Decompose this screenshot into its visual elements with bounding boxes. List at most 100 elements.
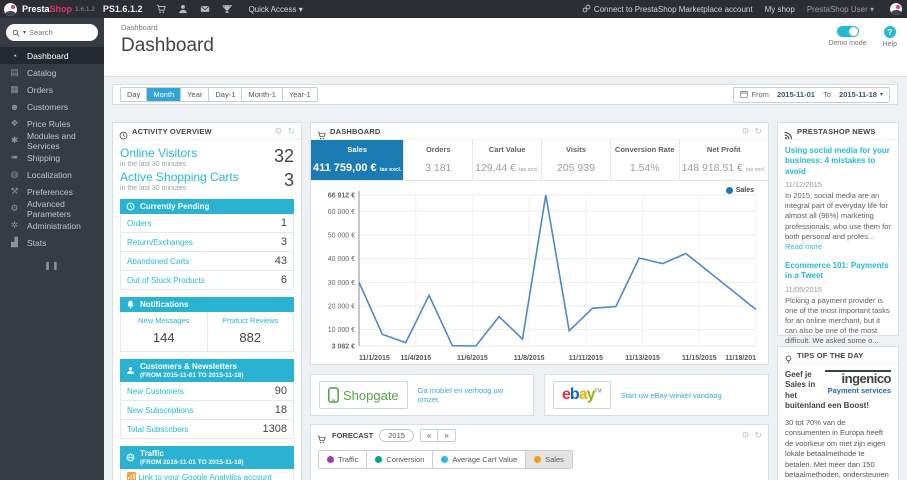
brand-name: PrestaShop xyxy=(22,4,73,14)
filter-month-button[interactable]: Month xyxy=(147,88,182,101)
filter-year-1-button[interactable]: Year-1 xyxy=(282,88,317,101)
version-label: PS1.6.1.2 xyxy=(102,4,143,14)
forecast-panel-header: FORECAST 2015 « » ⚙ ↻ xyxy=(311,425,768,446)
table-row: New Customers 90 xyxy=(120,382,294,401)
table-row: Out of Stock Products 6 xyxy=(120,271,294,290)
sidebar-item-modules-and-services[interactable]: ✱ Modules and Services xyxy=(0,131,104,151)
sidebar-item-price-rules[interactable]: ❖ Price Rules xyxy=(0,115,104,132)
new-subscriptions-link[interactable]: New Subscriptions xyxy=(127,406,193,415)
forecast-year[interactable]: 2015 xyxy=(379,429,414,442)
demo-mode-label: Demo mode xyxy=(828,40,867,47)
refresh-icon[interactable]: ↻ xyxy=(754,431,762,440)
conversion-dot-icon xyxy=(375,456,383,463)
legend-dot-icon xyxy=(725,187,733,194)
svg-text:60 000 €: 60 000 € xyxy=(328,209,355,216)
shopgate-logo[interactable]: Shopgate xyxy=(319,381,408,409)
kpi-tab-conversion-rate[interactable]: Conversion Rate 1.54% xyxy=(609,140,679,180)
activity-overview-panel: ACTIVITY OVERVIEW ⚙ ↻ Online Visitors in … xyxy=(112,122,302,480)
sidebar-collapse-button[interactable]: ❚❚ xyxy=(0,261,104,270)
demo-mode-toggle[interactable] xyxy=(836,26,859,37)
svg-text:66 912 €: 66 912 € xyxy=(328,193,355,200)
news-article-title[interactable]: Ecommerce 101: Payments in a Tweet xyxy=(785,261,891,282)
forecast-tab-average-cart-value[interactable]: Average Cart Value xyxy=(433,451,527,468)
returns-link[interactable]: Return/Exchanges xyxy=(127,238,193,247)
search-scope-caret-icon[interactable]: ▾ xyxy=(23,29,26,36)
sidebar-item-advanced-parameters[interactable]: ⚙ Advanced Parameters xyxy=(0,199,104,219)
kpi-tab-orders[interactable]: Orders 3 181 xyxy=(403,140,472,180)
link-icon xyxy=(582,4,591,15)
quick-access-menu[interactable]: Quick Access ▾ xyxy=(248,5,302,14)
sidebar-item-localization[interactable]: ◍ Localization xyxy=(0,166,104,183)
cart-icon xyxy=(317,127,326,139)
trophy-icon[interactable] xyxy=(222,4,233,14)
gear-icon[interactable]: ⚙ xyxy=(274,126,282,136)
sidebar-item-orders[interactable]: ▦ Orders xyxy=(0,81,104,98)
svg-text:30 000 €: 30 000 € xyxy=(328,280,355,287)
customer-icon[interactable] xyxy=(178,4,188,14)
new-messages-box[interactable]: New Messages 144 xyxy=(120,312,208,352)
kpi-tab-visits[interactable]: Visits 205 939 xyxy=(541,140,610,180)
customers-newsletters-header: Customers & Newsletters (FROM 2015-11-01… xyxy=(120,359,294,382)
gear-icon[interactable]: ⚙ xyxy=(741,431,749,440)
active-carts-stat: Active Shopping Carts in the last 30 min… xyxy=(120,170,294,192)
help-icon[interactable]: ? xyxy=(883,26,896,38)
product-reviews-box[interactable]: Product Reviews 882 xyxy=(207,312,294,352)
forecast-tab-conversion[interactable]: Conversion xyxy=(367,451,434,468)
google-analytics-link[interactable]: Link to your Google Analytics account xyxy=(127,472,272,480)
sidebar-item-dashboard[interactable]: ◔ Dashboard xyxy=(0,47,104,64)
sidebar-item-customers[interactable]: ☻ Customers xyxy=(0,98,104,115)
filter-month-1-button[interactable]: Month-1 xyxy=(242,88,283,101)
sidebar-item-catalog[interactable]: ▤ Catalog xyxy=(0,64,104,81)
list-icon: ▦ xyxy=(10,84,19,94)
ebay-logo[interactable]: ebayTM xyxy=(553,381,611,409)
kpi-tab-net-profit[interactable]: Net Profit 148 918,51 € tax excl. xyxy=(678,140,768,180)
new-customers-link[interactable]: New Customers xyxy=(127,387,184,396)
gear-icon[interactable]: ⚙ xyxy=(741,126,749,136)
chart-legend[interactable]: Sales xyxy=(725,187,754,194)
read-more-link[interactable]: Read more xyxy=(785,242,822,251)
forecast-tab-sales[interactable]: Sales xyxy=(526,451,572,468)
shopgate-banner: Shopgate Ga mobiel en verhoog uw omzet xyxy=(310,374,534,416)
sidebar-item-preferences[interactable]: ⚒ Preferences xyxy=(0,183,104,200)
next-icon[interactable]: » xyxy=(438,430,455,441)
breadcrumb[interactable]: Dashboard xyxy=(121,23,907,32)
globe-icon xyxy=(126,453,135,462)
active-carts-link[interactable]: Active Shopping Carts xyxy=(120,170,239,184)
sales-dot-icon xyxy=(534,456,542,463)
panel-title: DASHBOARD xyxy=(330,126,381,136)
refresh-icon[interactable]: ↻ xyxy=(754,126,762,136)
kpi-tab-sales[interactable]: Sales 411 759,00 € tax excl. xyxy=(311,140,404,180)
refresh-icon[interactable]: ↻ xyxy=(287,126,295,136)
user-avatar[interactable] xyxy=(890,3,902,15)
date-range-picker[interactable]: From 2015-11-01 To 2015-11-18 ▾ xyxy=(733,86,890,103)
kpi-tabs: Sales 411 759,00 € tax excl. Orders 3 18… xyxy=(311,140,768,181)
total-subscribers-link[interactable]: Total Subscribers xyxy=(127,425,188,434)
page-header: Dashboard Dashboard Demo mode ? Help xyxy=(104,18,907,77)
filter-year-button[interactable]: Year xyxy=(181,88,210,101)
online-visitors-link[interactable]: Online Visitors xyxy=(120,146,197,160)
sidebar-item-stats[interactable]: ▟ Stats xyxy=(0,234,104,251)
user-menu[interactable]: PrestaShop User ▾ xyxy=(807,5,874,14)
kpi-tab-cart-value[interactable]: Cart Value 129,44 € tax excl. xyxy=(472,140,541,180)
search-input[interactable] xyxy=(29,28,80,37)
messages-icon[interactable] xyxy=(200,4,210,14)
filter-day-button[interactable]: Day xyxy=(121,88,148,101)
forecast-tab-traffic[interactable]: Traffic xyxy=(319,451,368,468)
sidebar-item-administration[interactable]: ✲ Administration xyxy=(0,217,104,234)
caret-down-icon: ▾ xyxy=(879,92,883,98)
ebay-link[interactable]: Start uw eBay-winkel vandaag xyxy=(621,391,722,400)
out-of-stock-link[interactable]: Out of Stock Products xyxy=(127,276,205,285)
orders-link[interactable]: Orders xyxy=(127,219,151,228)
shopgate-link[interactable]: Ga mobiel en verhoog uw omzet xyxy=(418,386,525,404)
cart-icon[interactable] xyxy=(156,4,167,14)
marketplace-link[interactable]: Connect to PrestaShop Marketplace accoun… xyxy=(582,4,753,15)
filter-day-1-button[interactable]: Day-1 xyxy=(209,88,243,101)
sidebar-item-shipping[interactable]: ➠ Shipping xyxy=(0,149,104,166)
news-article-title[interactable]: Using social media for your business: 4 … xyxy=(785,146,891,177)
panel-title: TIPS OF THE DAY xyxy=(797,350,864,360)
table-row: Link to your Google Analytics account xyxy=(120,469,294,480)
previous-icon[interactable]: « xyxy=(420,430,439,441)
abandoned-carts-link[interactable]: Abandoned Carts xyxy=(127,257,189,266)
my-shop-link[interactable]: My shop xyxy=(765,5,795,14)
prestashop-logo-icon[interactable] xyxy=(4,2,17,16)
